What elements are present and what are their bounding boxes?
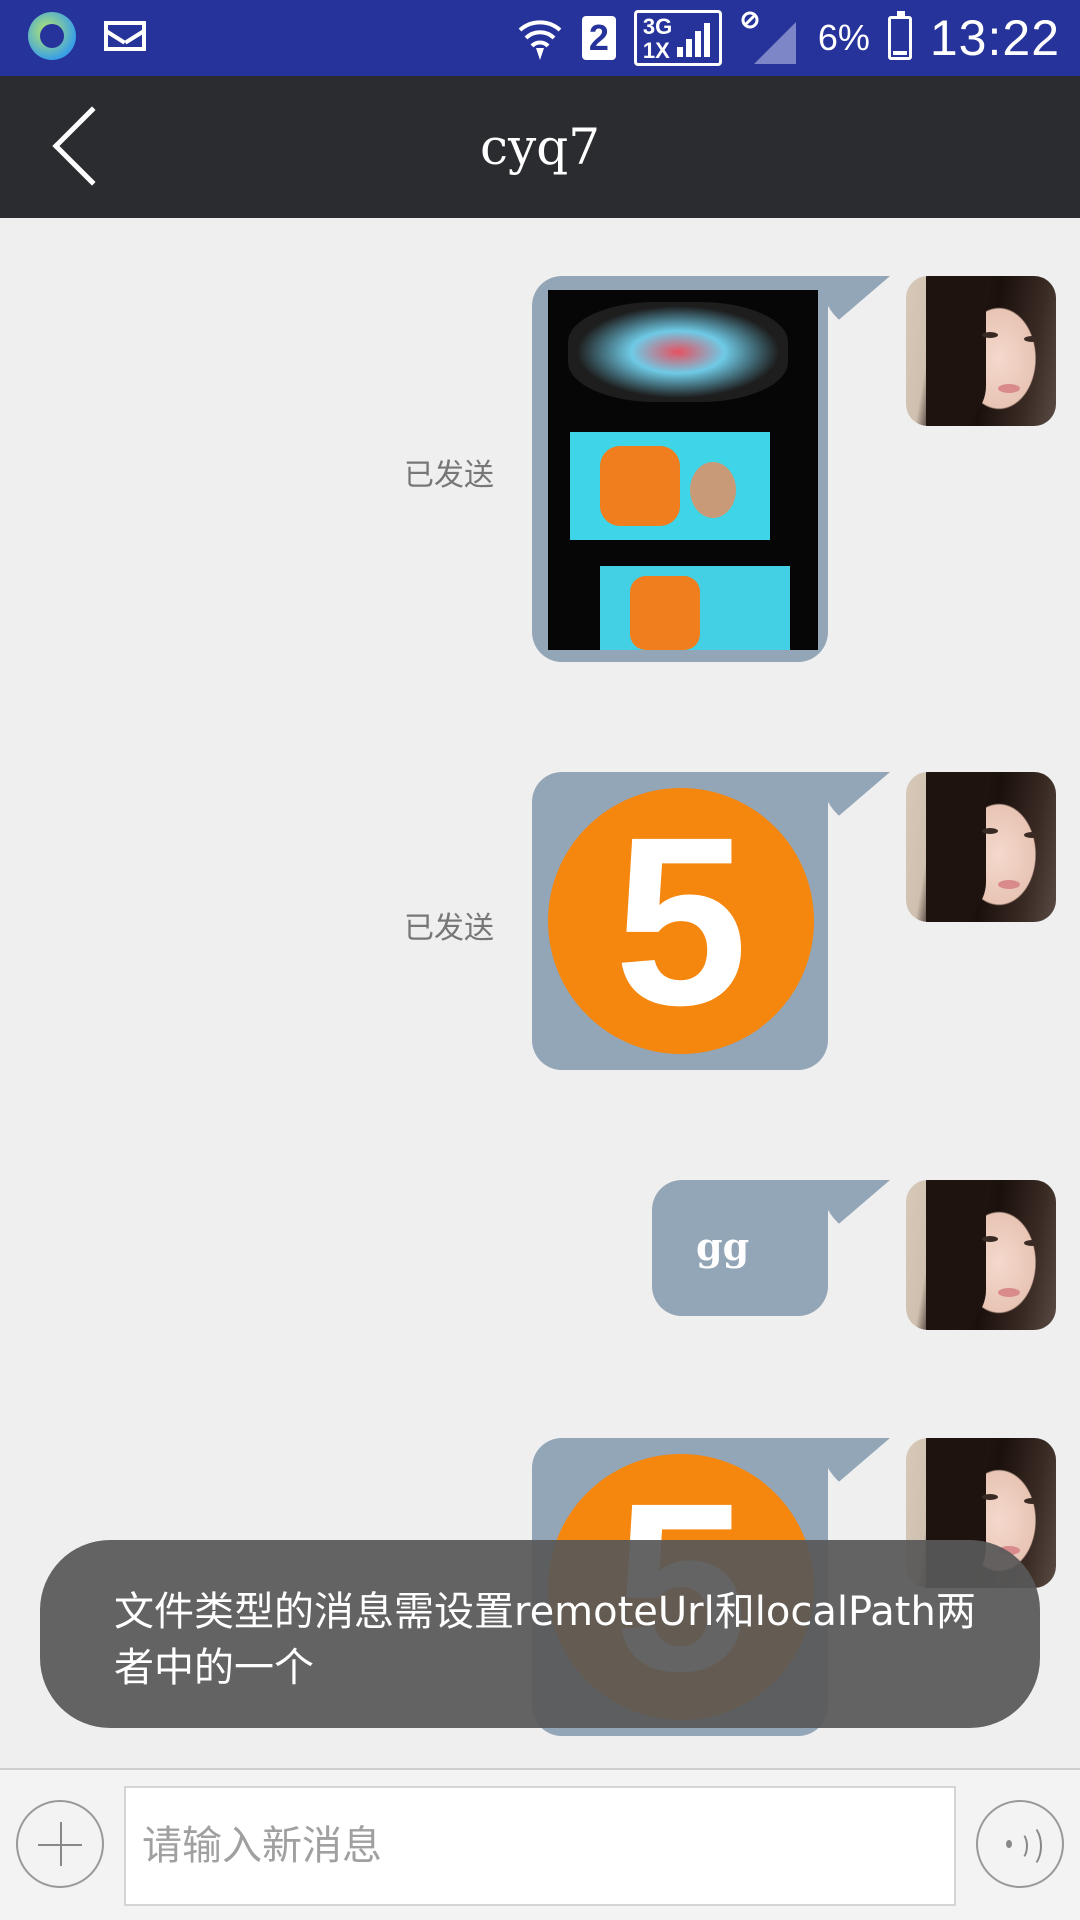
message-bubble-text[interactable]: gg	[652, 1180, 828, 1316]
avatar-detail	[982, 332, 998, 338]
status-bar: 2 3G 1X 6% 13:22	[0, 0, 1080, 76]
back-button[interactable]	[40, 96, 132, 196]
voice-icon-wave	[1016, 1824, 1042, 1868]
network-type-badge: 3G 1X	[633, 10, 722, 66]
avatar-detail	[926, 1180, 986, 1330]
battery-percent: 6%	[817, 17, 870, 58]
avatar-detail	[998, 1288, 1020, 1297]
number-five-image[interactable]: 5	[548, 788, 814, 1054]
avatar-detail	[1024, 336, 1040, 342]
chevron-left-icon	[52, 106, 132, 186]
avatar-detail	[1024, 1240, 1040, 1246]
message-status: 已发送	[404, 458, 494, 493]
avatar-detail	[982, 1494, 998, 1500]
avatar-detail	[1024, 832, 1040, 838]
avatar[interactable]	[906, 276, 1056, 426]
photo-thumbnail[interactable]	[548, 290, 818, 650]
avatar-detail	[998, 384, 1020, 393]
photo-detail	[600, 566, 790, 650]
add-attachment-button[interactable]	[16, 1800, 104, 1888]
message-bubble-image[interactable]: 5	[532, 772, 828, 1070]
photo-detail	[568, 302, 788, 402]
no-signal-icon	[741, 11, 796, 64]
message-bubble-image[interactable]	[532, 276, 828, 662]
avatar-detail	[926, 276, 986, 426]
battery-charging-icon	[887, 11, 912, 60]
avatar-detail	[982, 1236, 998, 1242]
photo-detail	[570, 432, 770, 540]
message-status: 已发送	[404, 911, 494, 946]
avatar-detail	[998, 880, 1020, 889]
composer-bar	[0, 1768, 1080, 1920]
clock: 13:22	[929, 10, 1060, 66]
wifi-icon	[518, 20, 562, 60]
avatar[interactable]	[906, 1180, 1056, 1330]
toast-text: 文件类型的消息需设置remoteUrl和localPath两者中的一个	[114, 1589, 976, 1691]
toast-message: 文件类型的消息需设置remoteUrl和localPath两者中的一个	[40, 1540, 1040, 1728]
title-bar: cyq7	[0, 76, 1080, 218]
page-title: cyq7	[479, 118, 601, 176]
avatar-detail	[926, 772, 986, 922]
status-bar-indicators: 2 3G 1X 6% 13:22	[516, 0, 1060, 76]
avatar-detail	[1024, 1498, 1040, 1504]
avatar[interactable]	[906, 772, 1056, 922]
mail-icon	[104, 21, 146, 51]
signal-icon	[676, 23, 710, 57]
status-bar-notifications	[28, 12, 146, 60]
message-text: gg	[696, 1224, 750, 1269]
voice-input-button[interactable]	[976, 1800, 1064, 1888]
sim-slot-badge: 2	[581, 16, 616, 60]
message-input[interactable]	[124, 1786, 956, 1906]
avatar-detail	[982, 828, 998, 834]
sync-icon	[28, 12, 76, 60]
